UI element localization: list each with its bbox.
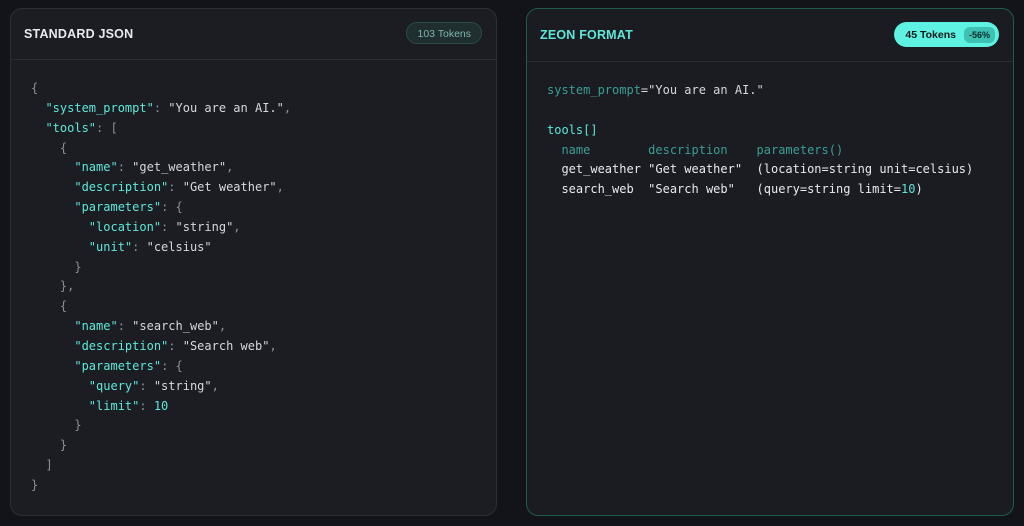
zeon-format-header: ZEON FORMAT 45 Tokens -56% <box>527 9 1013 62</box>
zeon-code-line: get_weather "Get weather" (location=stri… <box>547 162 974 177</box>
zeon-code-block: system_prompt="You are an AI." tools[] n… <box>547 81 973 200</box>
json-code-line: } <box>31 438 68 453</box>
json-code-line: ] <box>31 458 53 473</box>
json-code-line: "description": "Search web", <box>74 338 277 353</box>
json-code-line: "parameters": { <box>74 200 183 215</box>
json-code-line: "name": "get_weather", <box>74 160 234 175</box>
json-code-line: }, <box>31 279 75 294</box>
json-code-line: "system_prompt": "You are an AI.", <box>45 100 292 115</box>
json-code-block: { "system_prompt": "You are an AI.", "to… <box>31 79 291 496</box>
token-savings-badge: -56% <box>963 26 995 43</box>
json-code-line: { <box>31 140 68 155</box>
standard-json-title: STANDARD JSON <box>24 27 134 41</box>
zeon-code-line: tools[] <box>547 122 598 137</box>
zeon-token-count-label: 45 Tokens <box>905 28 956 41</box>
json-code-line: "name": "search_web", <box>74 319 227 334</box>
zeon-code-line <box>547 101 973 121</box>
json-code-line: { <box>31 81 39 95</box>
json-code-line: "location": "string", <box>88 219 241 234</box>
json-code-line: } <box>31 259 82 274</box>
json-code-line: "unit": "celsius" <box>88 239 212 254</box>
zeon-code-line: system_prompt="You are an AI." <box>547 83 764 97</box>
json-code-line: "parameters": { <box>74 358 183 373</box>
zeon-format-title: ZEON FORMAT <box>540 28 633 42</box>
json-code-line: } <box>31 477 39 492</box>
json-code-line: "query": "string", <box>88 378 219 393</box>
json-code-line: } <box>31 418 82 433</box>
standard-json-panel: STANDARD JSON 103 Tokens { "system_promp… <box>10 8 497 516</box>
standard-json-header: STANDARD JSON 103 Tokens <box>11 9 496 60</box>
json-token-count-badge: 103 Tokens <box>406 22 482 44</box>
zeon-code-line: name description parameters() <box>547 142 844 157</box>
zeon-code-line: search_web "Search web" (query=string li… <box>547 182 923 197</box>
json-code-line: "limit": 10 <box>88 398 169 413</box>
json-code-line: "tools": [ <box>45 120 118 135</box>
json-code-line: "description": "Get weather", <box>74 180 284 195</box>
zeon-format-panel: ZEON FORMAT 45 Tokens -56% system_prompt… <box>526 8 1014 516</box>
json-code-line: { <box>31 299 68 314</box>
zeon-token-count-badge: 45 Tokens -56% <box>894 22 999 47</box>
